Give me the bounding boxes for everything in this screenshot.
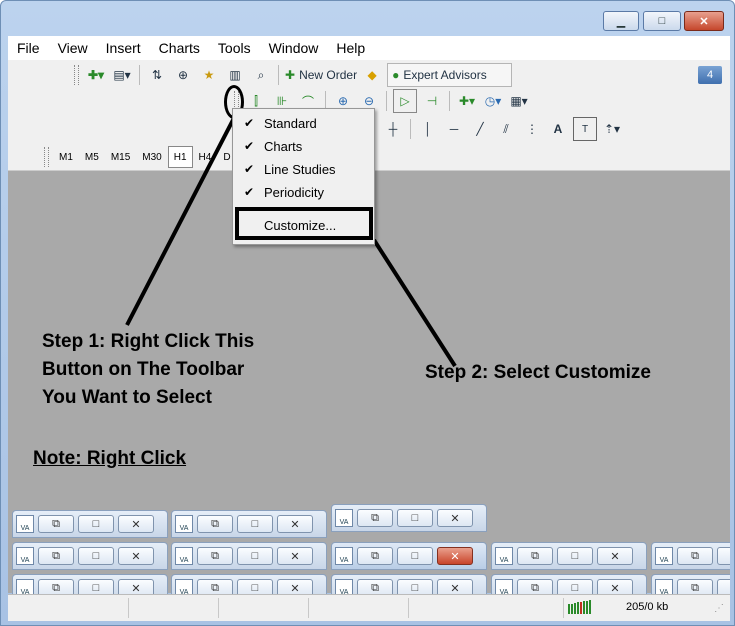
context-item-label: Line Studies: [264, 161, 336, 177]
close-button[interactable]: ✕: [118, 579, 154, 594]
step1-line: Button on The Toolbar: [42, 359, 245, 380]
maximize-button[interactable]: □: [557, 547, 593, 565]
minimized-chart-window[interactable]: VA⧉□✕: [331, 504, 487, 532]
minimized-chart-window[interactable]: VA⧉□✕: [171, 542, 327, 570]
chart-window-icon: VA: [335, 579, 353, 594]
step2-pointer-line: [372, 238, 457, 368]
chart-window-icon: VA: [495, 579, 513, 594]
context-item-charts[interactable]: ✔ Charts: [234, 135, 373, 157]
context-item-line-studies[interactable]: ✔ Line Studies: [234, 158, 373, 180]
chart-window-icon: VA: [16, 547, 34, 565]
chart-window-icon: VA: [335, 547, 353, 565]
restore-button[interactable]: ⧉: [38, 515, 74, 533]
restore-button[interactable]: ⧉: [38, 547, 74, 565]
restore-button[interactable]: ⧉: [357, 509, 393, 527]
restore-button[interactable]: ⧉: [197, 547, 233, 565]
close-button[interactable]: ✕: [597, 579, 633, 594]
maximize-button[interactable]: □: [237, 547, 273, 565]
close-button[interactable]: ✕: [277, 579, 313, 594]
close-button[interactable]: ✕: [437, 579, 473, 594]
chart-window-icon: VA: [175, 547, 193, 565]
minimized-chart-window[interactable]: VA ⧉ □ ✕: [331, 574, 487, 594]
minimized-chart-window-active[interactable]: VA ⧉ □ ✕: [331, 542, 487, 570]
step1-annotation: Step 1: Right Click This Button on The T…: [42, 328, 282, 412]
close-button[interactable]: ✕: [597, 547, 633, 565]
chart-window-icon: VA: [335, 509, 353, 527]
minimized-chart-window[interactable]: VA⧉□✕: [12, 542, 168, 570]
note-annotation: Note: Right Click: [33, 448, 187, 469]
maximize-button[interactable]: □: [78, 579, 114, 594]
restore-button[interactable]: ⧉: [197, 515, 233, 533]
check-icon: ✔: [243, 116, 255, 130]
status-cell: [308, 598, 309, 618]
step2-annotation: Step 2: Select Customize: [425, 362, 651, 383]
traffic-indicator: 205/0 kb: [626, 601, 669, 613]
chart-window-icon: VA: [175, 579, 193, 594]
minimized-chart-window[interactable]: VA ⧉ □ ✕: [12, 574, 168, 594]
maximize-button[interactable]: □: [237, 515, 273, 533]
maximize-button[interactable]: □: [397, 579, 433, 594]
restore-button[interactable]: ⧉: [357, 547, 393, 565]
restore-button[interactable]: ⧉: [38, 579, 74, 594]
minimized-chart-window[interactable]: VA⧉□✕: [651, 542, 730, 570]
minimized-chart-window[interactable]: VA⧉□✕: [651, 574, 730, 594]
close-button[interactable]: ✕: [118, 547, 154, 565]
chart-window-icon: VA: [655, 579, 673, 594]
maximize-button[interactable]: □: [717, 579, 730, 594]
maximize-button[interactable]: □: [237, 579, 273, 594]
step1-line: You Want to Select: [42, 387, 212, 408]
maximize-button[interactable]: □: [717, 547, 730, 565]
minimized-chart-window[interactable]: VA ⧉ □ ✕: [491, 574, 647, 594]
context-item-standard[interactable]: ✔ Standard: [234, 112, 373, 134]
chart-window-icon: VA: [495, 547, 513, 565]
maximize-button[interactable]: □: [397, 509, 433, 527]
status-cell: [218, 598, 219, 618]
close-button[interactable]: ✕: [277, 515, 313, 533]
maximize-button[interactable]: □: [78, 547, 114, 565]
restore-button[interactable]: ⧉: [517, 579, 553, 594]
restore-button[interactable]: ⧉: [197, 579, 233, 594]
context-item-periodicity[interactable]: ✔ Periodicity: [234, 181, 373, 203]
chart-window-icon: VA: [175, 515, 193, 533]
minimized-chart-window[interactable]: VA ⧉ □ ✕: [171, 574, 327, 594]
minimized-chart-window[interactable]: VA⧉□✕: [491, 542, 647, 570]
restore-button[interactable]: ⧉: [517, 547, 553, 565]
chart-window-icon: VA: [655, 547, 673, 565]
context-item-label: Periodicity: [264, 184, 324, 200]
context-item-label: Standard: [264, 115, 317, 131]
resize-grip-icon[interactable]: ⋰: [714, 603, 724, 614]
status-cell: [563, 598, 564, 618]
check-icon: ✔: [243, 139, 255, 153]
restore-button[interactable]: ⧉: [677, 579, 713, 594]
maximize-button[interactable]: □: [557, 579, 593, 594]
close-button[interactable]: ✕: [277, 547, 313, 565]
close-button[interactable]: ✕: [437, 547, 473, 565]
chart-window-icon: VA: [16, 579, 34, 594]
minimized-chart-window[interactable]: VA⧉□✕: [12, 510, 168, 538]
customize-highlight-box: [235, 207, 373, 240]
close-button[interactable]: ✕: [437, 509, 473, 527]
status-cell: [128, 598, 129, 618]
connection-status-icon: [568, 600, 591, 614]
step1-line: Step 1: Right Click This: [42, 331, 255, 352]
maximize-button[interactable]: □: [78, 515, 114, 533]
status-bar: 205/0 kb ⋰: [8, 594, 730, 621]
minimized-chart-window[interactable]: VA⧉□✕: [171, 510, 327, 538]
context-item-label: Charts: [264, 138, 303, 154]
step1-pointer-line: [125, 117, 236, 326]
status-cell: [408, 598, 409, 618]
minimized-windows: VA ⧉ □ ✕ VA ⧉ □ ✕ VA ⧉ □ ✕ VA ⧉ □ ✕ VA ⧉ □ ✕ VA ⧉ □ ✕ VA ⧉ □…: [8, 504, 730, 594]
close-button[interactable]: ✕: [118, 515, 154, 533]
restore-button[interactable]: ⧉: [357, 579, 393, 594]
chart-window-icon: VA: [16, 515, 34, 533]
restore-button[interactable]: ⧉: [677, 547, 713, 565]
check-icon: ✔: [243, 185, 255, 199]
maximize-button[interactable]: □: [397, 547, 433, 565]
check-icon: ✔: [243, 162, 255, 176]
